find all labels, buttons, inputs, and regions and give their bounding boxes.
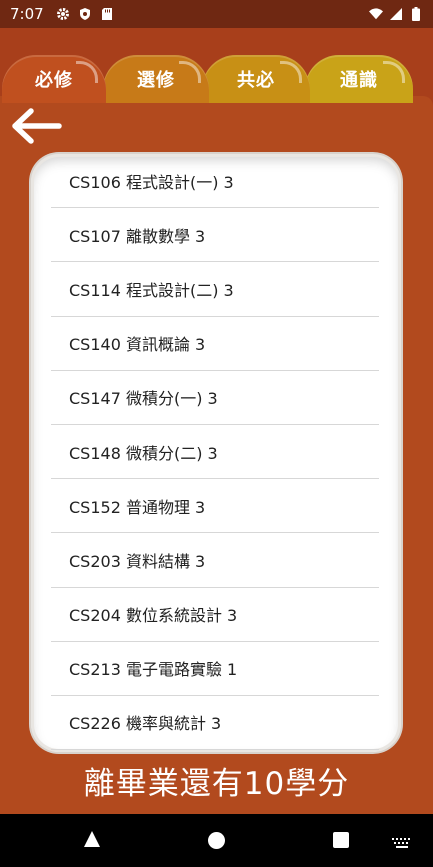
list-item[interactable]: CS204 數位系統設計 3 xyxy=(51,588,379,642)
list-item[interactable]: CS213 電子電路實驗 1 xyxy=(51,642,379,696)
keyboard-icon[interactable] xyxy=(392,835,412,854)
sd-card-icon xyxy=(100,7,114,21)
nav-home-icon[interactable] xyxy=(208,832,225,849)
list-item[interactable]: CS203 資料結構 3 xyxy=(51,533,379,588)
list-item[interactable]: CS226 機率與統計 3 xyxy=(51,696,379,751)
tab-arc-decoration xyxy=(280,61,302,83)
status-icons-right xyxy=(369,7,423,21)
shield-icon xyxy=(78,7,92,21)
list-item[interactable]: CS114 程式設計(二) 3 xyxy=(51,262,379,317)
navigation-bar xyxy=(0,814,433,867)
tab-arc-decoration xyxy=(179,61,201,83)
arrow-left-icon xyxy=(12,108,62,144)
tab-label: 必修 xyxy=(35,70,73,91)
status-bar: 7:07 xyxy=(0,0,433,28)
tab-general-education[interactable]: 通識 xyxy=(305,55,413,103)
tab-label: 通識 xyxy=(340,70,378,91)
list-item[interactable]: CS140 資訊概論 3 xyxy=(51,317,379,371)
main-panel: CS106 程式設計(一) 3 CS107 離散數學 3 CS114 程式設計(… xyxy=(0,96,433,814)
tab-elective[interactable]: 選修 xyxy=(103,55,209,103)
wifi-icon xyxy=(369,7,383,21)
status-time: 7:07 xyxy=(10,5,44,23)
nav-recents-icon[interactable] xyxy=(333,832,349,848)
list-item[interactable]: CS152 普通物理 3 xyxy=(51,479,379,534)
gear-icon xyxy=(56,7,70,21)
tab-label: 選修 xyxy=(137,70,175,91)
nav-back-icon[interactable] xyxy=(83,830,101,852)
signal-icon xyxy=(389,7,403,21)
tab-arc-decoration xyxy=(76,61,98,83)
list-item[interactable]: CS107 離散數學 3 xyxy=(51,208,379,263)
course-list[interactable]: CS106 程式設計(一) 3 CS107 離散數學 3 CS114 程式設計(… xyxy=(51,154,379,751)
list-item[interactable]: CS147 微積分(一) 3 xyxy=(51,371,379,425)
tab-required[interactable]: 必修 xyxy=(2,55,106,103)
course-list-card[interactable]: CS106 程式設計(一) 3 CS107 離散數學 3 CS114 程式設計(… xyxy=(31,154,401,752)
tab-arc-decoration xyxy=(383,61,405,83)
list-item[interactable]: CS148 微積分(二) 3 xyxy=(51,425,379,480)
list-item[interactable]: CS106 程式設計(一) 3 xyxy=(51,154,379,209)
remaining-credits-text: 離畢業還有10學分 xyxy=(83,766,350,802)
tab-common-required[interactable]: 共必 xyxy=(202,55,310,103)
tab-bar: 必修 選修 共必 通識 xyxy=(0,28,433,103)
tab-label: 共必 xyxy=(237,70,275,91)
battery-icon xyxy=(409,7,423,21)
status-icons-left xyxy=(56,7,114,21)
back-button[interactable] xyxy=(8,106,64,146)
